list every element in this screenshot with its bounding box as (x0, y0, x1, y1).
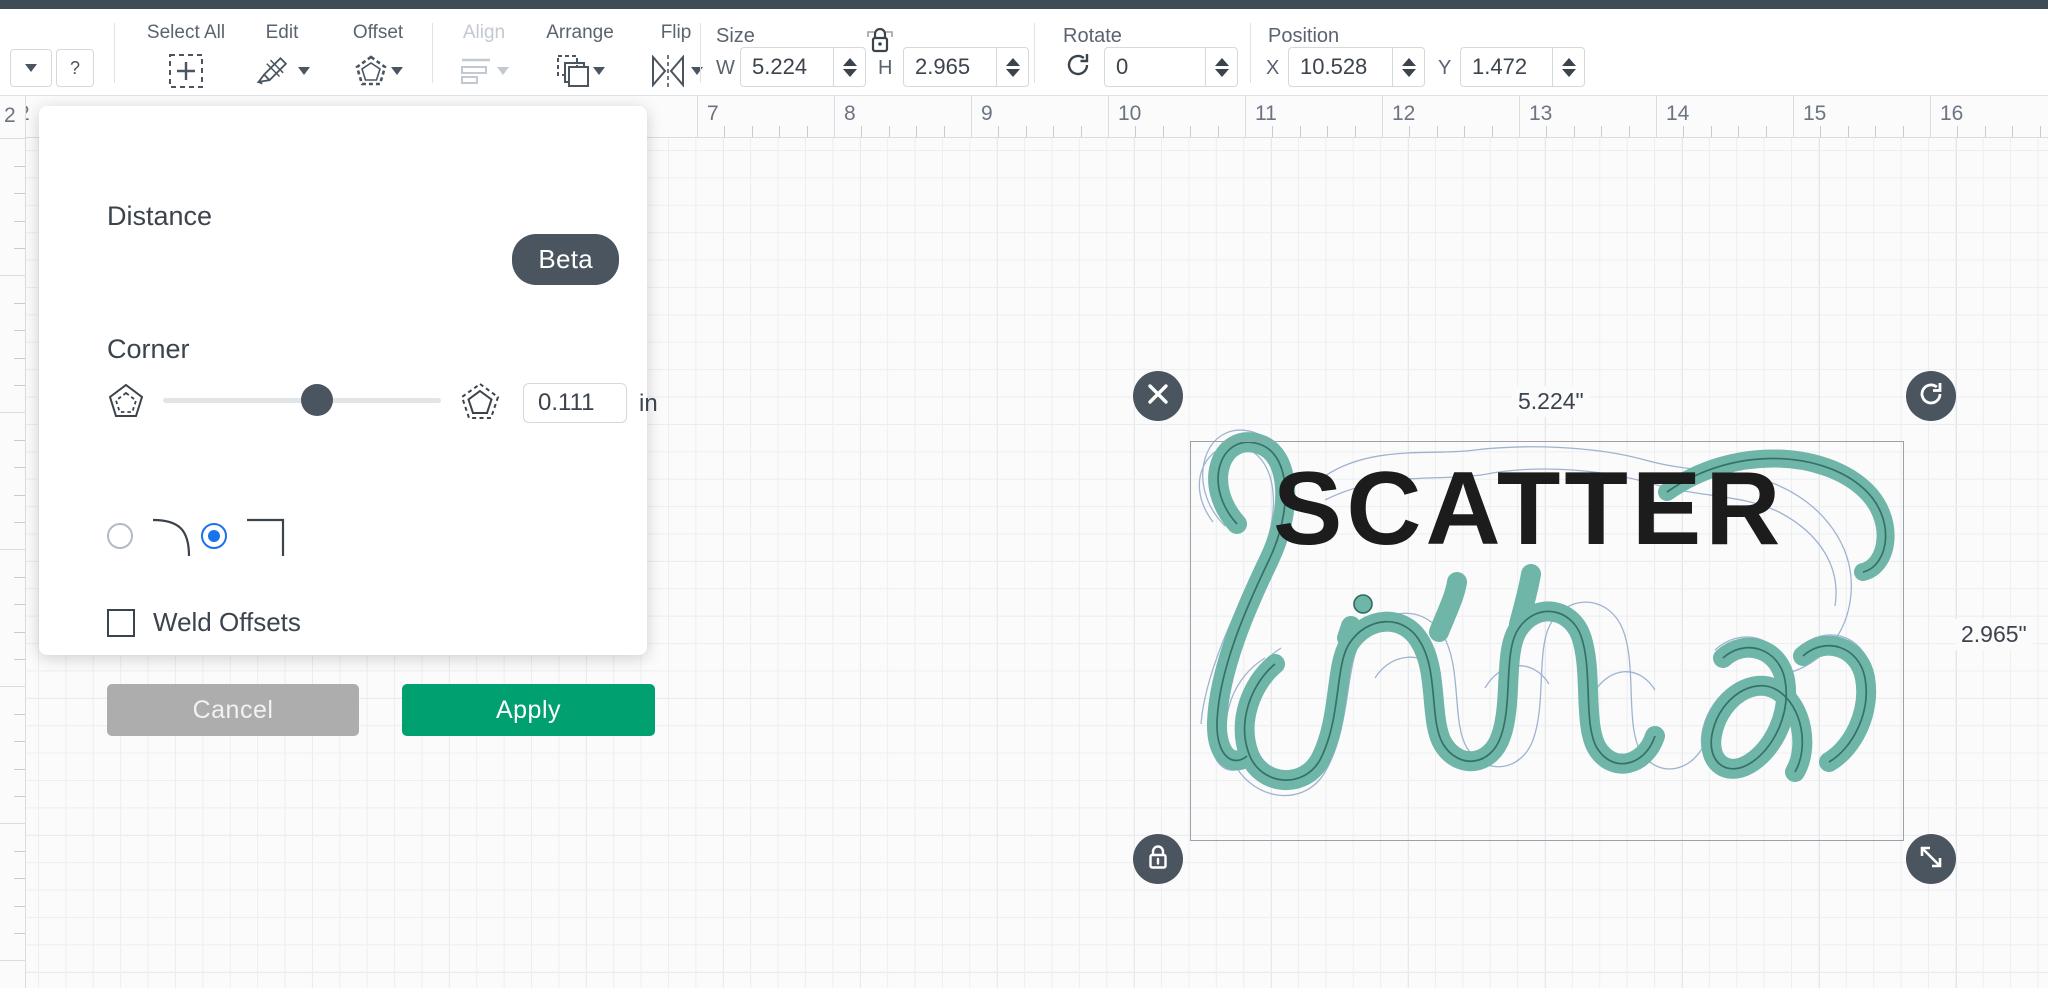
x-label: X (1266, 57, 1279, 80)
tool-edit[interactable]: Edit (236, 23, 328, 91)
rotate-stepper[interactable] (1205, 47, 1238, 87)
distance-unit-label: in (639, 390, 658, 418)
tool-label: Flip (630, 23, 722, 42)
vertical-ruler: 2 (0, 96, 26, 988)
ruler-mark: 14 (1666, 102, 1689, 126)
large-offset-pentagon-icon (459, 380, 501, 427)
resize-handle[interactable] (1906, 834, 1956, 884)
corner-section-title: Corner (107, 334, 190, 365)
offset-pentagon-icon (332, 51, 424, 91)
rotate-input[interactable]: 0 (1104, 47, 1205, 87)
tool-label: Edit (236, 23, 328, 42)
selection-bounding-box[interactable] (1190, 441, 1904, 841)
chevron-down-icon (391, 67, 403, 75)
chevron-down-icon (593, 67, 605, 75)
edit-pencil-icon (236, 51, 328, 91)
resize-diagonal-icon (1917, 843, 1945, 876)
x-input[interactable]: 10.528 (1288, 47, 1392, 87)
weld-offsets-checkbox[interactable] (107, 609, 135, 637)
toolbar-divider (114, 23, 115, 83)
beta-badge: Beta (512, 234, 619, 285)
close-x-icon (1144, 380, 1172, 413)
delete-handle[interactable] (1133, 371, 1183, 421)
selection-height-label: 2.965" (1955, 619, 2033, 650)
corner-round-radio[interactable] (107, 523, 133, 549)
main-toolbar: ? Select All Edit Offset (0, 9, 2048, 96)
ruler-mark: 11 (1255, 102, 1277, 126)
arrange-layers-icon (534, 51, 626, 91)
height-input[interactable]: 2.965 (903, 47, 996, 87)
weld-offsets-label: Weld Offsets (153, 607, 301, 638)
width-stepper[interactable] (833, 47, 866, 87)
lock-closed-icon[interactable] (866, 25, 894, 60)
distance-section-title: Distance (107, 201, 212, 232)
ruler-mark: 9 (981, 102, 993, 126)
y-stepper[interactable] (1552, 47, 1585, 87)
height-label: H (878, 57, 892, 80)
rotate-group-label: Rotate (1063, 25, 1122, 48)
tool-label: Align (438, 23, 530, 42)
lock-closed-icon (1145, 843, 1171, 876)
ruler-mark: 8 (844, 102, 856, 126)
tool-select-all[interactable]: Select All (140, 23, 232, 91)
chevron-down-icon (25, 64, 37, 72)
tool-arrange[interactable]: Arrange (534, 23, 626, 91)
width-label: W (716, 57, 735, 80)
width-input[interactable]: 5.224 (740, 47, 833, 87)
toolbar-divider (432, 23, 433, 83)
ruler-mark: 13 (1529, 102, 1552, 126)
flip-icon (630, 51, 722, 91)
distance-slider-thumb[interactable] (301, 384, 333, 416)
ruler-mark: 2 (4, 104, 16, 128)
rotate-cw-icon (1916, 379, 1946, 414)
ruler-mark: 7 (707, 102, 719, 126)
help-label: ? (70, 58, 80, 79)
selection-width-label: 5.224" (1512, 386, 1590, 417)
toolbar-dropdown-button[interactable] (10, 49, 52, 87)
ruler-mark: 15 (1803, 102, 1826, 126)
apply-button[interactable]: Apply (402, 684, 655, 736)
x-stepper[interactable] (1392, 47, 1425, 87)
ruler-mark: 16 (1940, 102, 1963, 126)
rounded-corner-icon[interactable] (149, 514, 195, 565)
align-icon (438, 51, 530, 91)
tool-label: Arrange (534, 23, 626, 42)
chevron-down-icon (497, 67, 509, 75)
y-label: Y (1438, 57, 1451, 80)
chevron-down-icon (298, 67, 310, 75)
size-group-label: Size (716, 25, 755, 48)
position-group-label: Position (1268, 25, 1339, 48)
rotate-cw-icon (1062, 49, 1094, 86)
offset-dialog: Beta Distance 0.111 in Corner Weld Offse… (39, 106, 647, 655)
tool-align[interactable]: Align (438, 23, 530, 91)
toolbar-divider (1250, 23, 1251, 83)
height-stepper[interactable] (996, 47, 1029, 87)
tool-offset[interactable]: Offset (332, 23, 424, 91)
rotate-handle[interactable] (1906, 371, 1956, 421)
lock-handle[interactable] (1133, 834, 1183, 884)
titlebar-strip (0, 0, 2048, 9)
toolbar-divider (1034, 23, 1035, 83)
y-input[interactable]: 1.472 (1460, 47, 1552, 87)
distance-input[interactable]: 0.111 (523, 383, 627, 423)
toolbar-divider (700, 23, 701, 83)
ruler-mark: 10 (1118, 102, 1141, 126)
tool-label: Offset (332, 23, 424, 42)
sharp-corner-icon[interactable] (243, 514, 289, 565)
help-button[interactable]: ? (56, 49, 94, 87)
cancel-button[interactable]: Cancel (107, 684, 359, 736)
small-offset-pentagon-icon (107, 382, 145, 425)
ruler-mark: 12 (1392, 102, 1415, 126)
tool-flip[interactable]: Flip (630, 23, 722, 91)
select-all-icon (140, 51, 232, 91)
corner-sharp-radio[interactable] (201, 523, 227, 549)
tool-label: Select All (140, 23, 232, 42)
